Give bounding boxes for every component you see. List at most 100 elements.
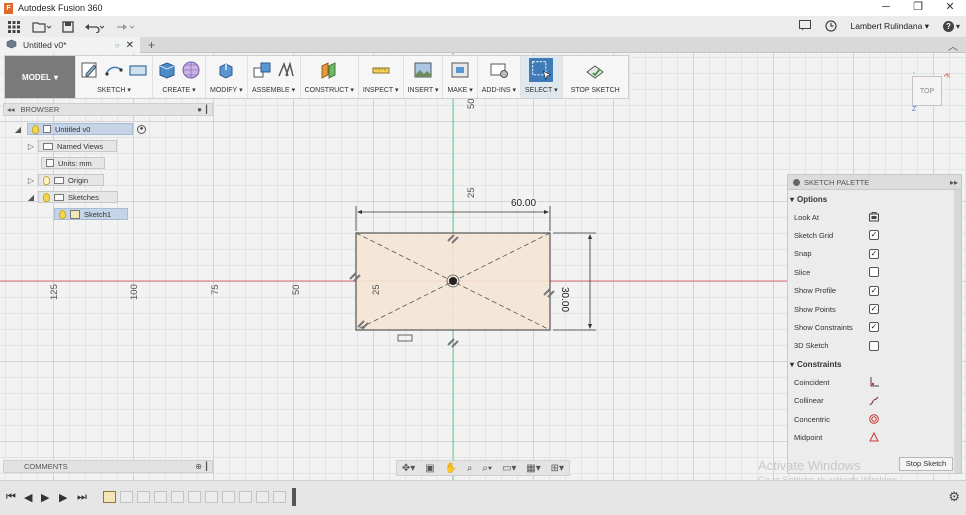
notifications-icon[interactable] [798,20,811,33]
tab-close-icon[interactable]: ✕ [126,40,134,51]
workspace-switcher[interactable]: MODEL ▾ [5,56,75,98]
add-tab-icon[interactable]: + [148,38,155,52]
browser-options-icon[interactable]: ● ┃ [197,105,209,114]
insert-image-icon[interactable] [413,60,433,80]
option-sketch-grid[interactable]: Sketch Grid ✓ [788,226,961,244]
close-window-icon[interactable]: ✕ [934,0,966,16]
rectangle-tool-icon[interactable] [128,60,148,80]
measure-icon[interactable] [371,60,391,80]
visibility-bulb-icon[interactable] [43,192,50,202]
joint-icon[interactable] [276,60,296,80]
option-3d-sketch[interactable]: 3D Sketch [788,337,961,355]
midpoint-icon[interactable] [869,432,879,442]
minimize-icon[interactable]: ─ [870,0,902,16]
press-pull-icon[interactable] [216,60,236,80]
palette-scrollbar[interactable] [954,190,961,473]
expand-icon[interactable]: ▷ [26,142,36,151]
browser-item-sketches[interactable]: ◢ Sketches [26,191,118,203]
extrude-icon[interactable] [157,60,177,80]
browser-item-units[interactable]: Units: mm [41,157,105,169]
visibility-bulb-icon[interactable] [59,209,66,219]
view-cube-face[interactable]: TOP [912,76,942,106]
tab-untitled[interactable]: Untitled v0* ○ ✕ [0,37,140,53]
viewports-icon[interactable]: ⊞▾ [551,463,564,474]
browser-item-named-views[interactable]: ▷ Named Views [26,140,117,152]
offset-plane-icon[interactable] [319,60,339,80]
palette-expand-icon[interactable]: ▸▸ [950,178,958,187]
look-at-nav-icon[interactable]: ▣ [425,463,434,474]
timeline-marker[interactable] [292,488,296,506]
slice-checkbox[interactable] [869,267,879,278]
addins-menu[interactable]: ADD-INS ▾ [476,56,520,98]
play-icon[interactable]: ▶ [41,491,49,504]
3d-print-icon[interactable] [450,60,470,80]
form-icon[interactable] [181,60,201,80]
visibility-bulb-icon[interactable] [32,124,39,134]
go-to-start-icon[interactable]: ⏮ [6,491,16,504]
option-show-constraints[interactable]: Show Constraints ✓ [788,318,961,336]
sketch-palette-header[interactable]: SKETCH PALETTE ▸▸ [788,175,961,190]
new-component-icon[interactable] [252,60,272,80]
option-snap[interactable]: Snap ✓ [788,245,961,263]
collapse-icon[interactable]: ◢ [26,193,36,202]
constraint-midpoint[interactable]: Midpoint [788,428,961,446]
show-constraints-checkbox[interactable]: ✓ [869,322,879,333]
modify-menu[interactable]: MODIFY ▾ [205,56,247,98]
inspect-menu[interactable]: INSPECT ▾ [357,56,403,98]
step-forward-icon[interactable]: ▶ [59,491,67,504]
sketch-center-point[interactable] [449,277,457,285]
add-comment-icon[interactable]: ⊕ ┃ [195,462,209,471]
user-account-menu[interactable]: Lambert Rulindana ▾ [851,21,929,32]
select-icon[interactable] [528,58,554,82]
browser-root[interactable]: ◢ Untitled v0 ● [13,123,146,135]
timeline-settings-icon[interactable]: ⚙ [948,489,960,505]
height-dimension-value[interactable]: 30.00 [559,286,570,314]
options-section-toggle[interactable]: ▾ Options [788,190,961,208]
stop-sketch-button[interactable]: Stop Sketch [899,457,953,471]
activate-component-icon[interactable]: ● [137,124,146,134]
orbit-icon[interactable]: ✥▾ [402,463,415,474]
assemble-menu[interactable]: ASSEMBLE ▾ [246,56,300,98]
expand-icon[interactable]: ▷ [26,176,36,185]
file-menu-icon[interactable] [28,16,56,37]
job-status-icon[interactable] [824,19,837,34]
coincident-icon[interactable] [869,377,879,387]
constraints-section-toggle[interactable]: ▾ Constraints [788,355,961,373]
snap-checkbox[interactable]: ✓ [869,248,879,259]
constraint-coincident[interactable]: Coincident [788,373,961,391]
show-profile-checkbox[interactable]: ✓ [869,285,879,296]
pan-icon[interactable]: ✋ [445,463,457,474]
app-grid-icon[interactable] [0,16,28,37]
browser-panel-header[interactable]: ◂◂ BROWSER ● ┃ [3,103,213,116]
collinear-icon[interactable] [869,396,879,406]
display-settings-icon[interactable]: ▭▾ [502,463,516,474]
palette-pin-icon[interactable] [793,178,800,186]
concentric-icon[interactable] [869,414,879,424]
construct-menu[interactable]: CONSTRUCT ▾ [299,56,358,98]
option-show-profile[interactable]: Show Profile ✓ [788,282,961,300]
select-menu[interactable]: SELECT ▾ [520,56,562,98]
constraint-collinear[interactable]: Collinear [788,392,961,410]
3d-sketch-checkbox[interactable] [869,340,879,351]
zoom-icon[interactable]: ⌕ [467,463,473,474]
zoom-window-icon[interactable]: ⌕▾ [482,463,492,474]
step-back-icon[interactable]: ◀ [24,491,32,504]
create-sketch-icon[interactable] [80,60,100,80]
redo-icon[interactable] [110,16,140,37]
sketch-menu[interactable]: SKETCH ▾ [75,56,152,98]
collapse-browser-icon[interactable]: ◂◂ [7,105,15,114]
collapse-icon[interactable]: ◢ [13,125,23,134]
sketch-grid-checkbox[interactable]: ✓ [869,230,879,241]
save-icon[interactable] [56,16,80,37]
grid-settings-icon[interactable]: ▦▾ [526,463,540,474]
undo-icon[interactable] [80,16,110,37]
show-points-checkbox[interactable]: ✓ [869,303,879,314]
scripts-icon[interactable] [489,60,509,80]
insert-menu[interactable]: INSERT ▾ [402,56,443,98]
look-at-icon[interactable] [869,212,879,222]
visibility-bulb-icon[interactable] [43,175,50,185]
sketch-rectangle[interactable] [355,232,551,331]
option-look-at[interactable]: Look At [788,208,961,226]
make-menu[interactable]: MAKE ▾ [442,56,476,98]
timeline-sketch-feature[interactable] [103,491,116,503]
